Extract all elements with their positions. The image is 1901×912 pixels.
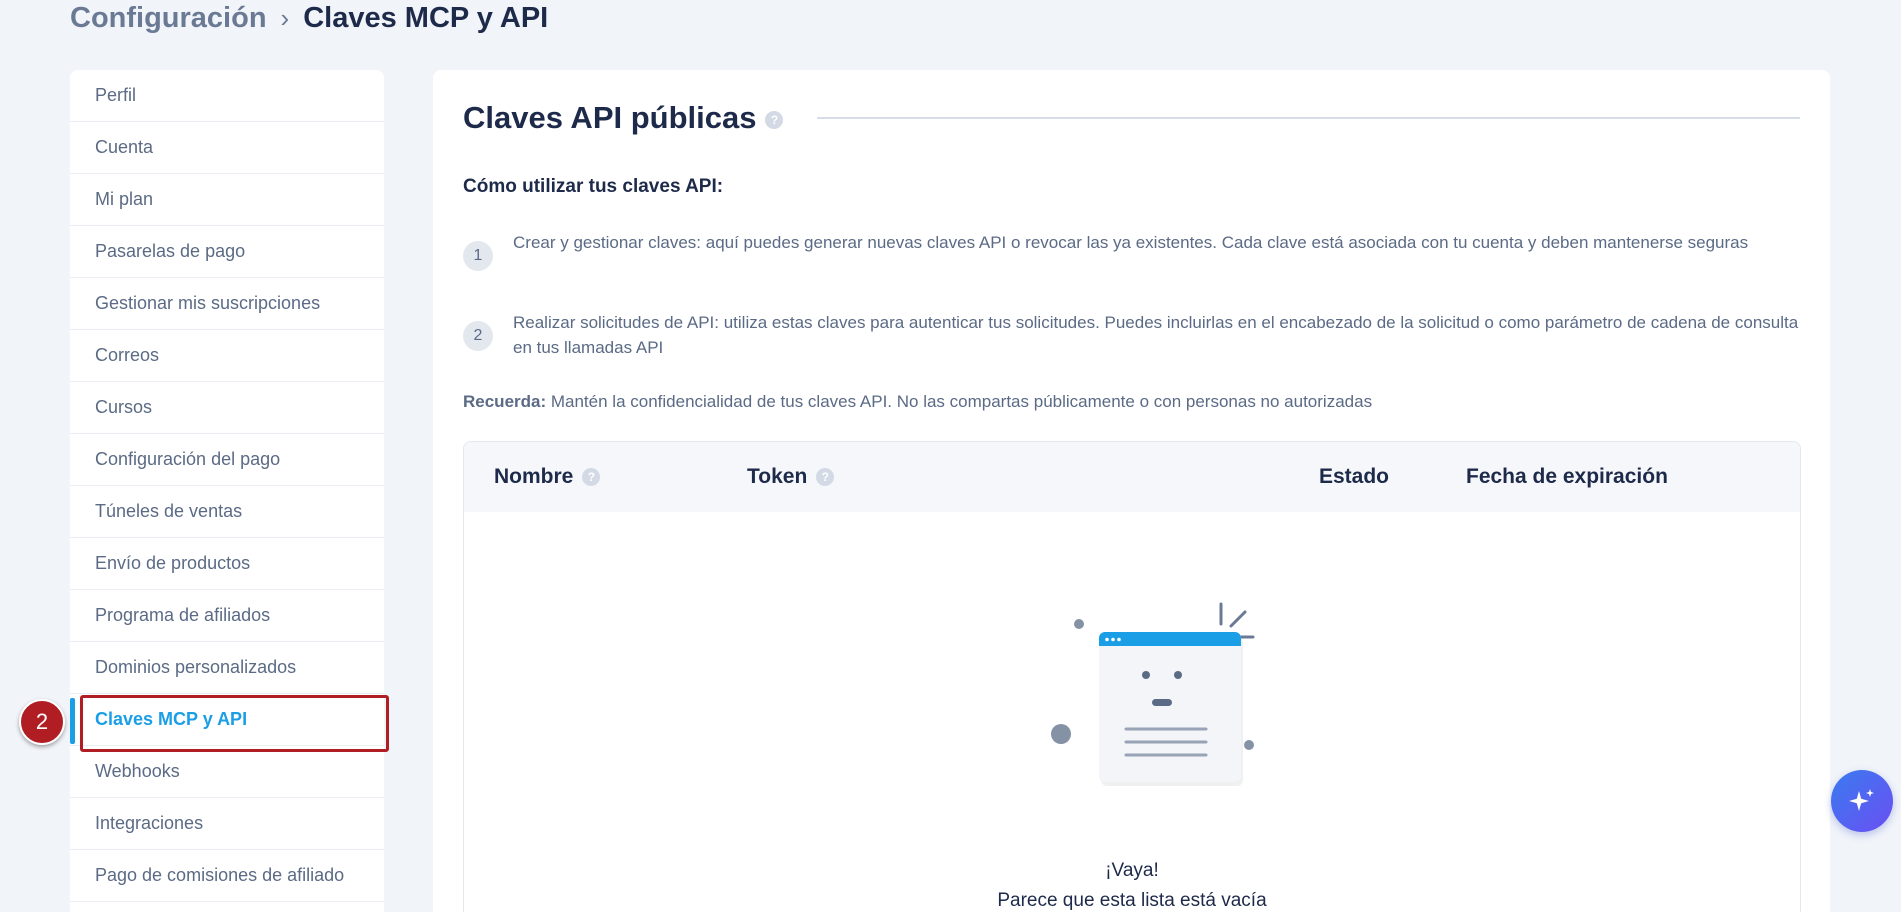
instruction-step: 1 Crear y gestionar claves: aquí puedes …	[463, 230, 1800, 271]
column-label: Token	[747, 465, 808, 488]
breadcrumb-separator: ›	[280, 3, 290, 33]
sidebar-item-label: Envío de productos	[95, 553, 251, 573]
reminder-label: Recuerda:	[463, 392, 547, 411]
sparkles-icon	[1849, 789, 1874, 811]
empty-state: ¡Vaya! Parece que esta lista está vacía	[464, 512, 1800, 912]
active-indicator	[70, 698, 75, 744]
sidebar-item-label: Cuenta	[95, 137, 154, 157]
settings-sidebar: Perfil Cuenta Mi plan Pasarelas de pago …	[70, 70, 384, 912]
column-label: Nombre	[494, 465, 574, 488]
how-to-heading: Cómo utilizar tus claves API:	[463, 176, 724, 197]
step-number: 2	[463, 321, 493, 351]
sidebar-item-claves-mcp-api[interactable]: Claves MCP y API	[70, 694, 384, 746]
page-title: Claves MCP y API	[303, 2, 549, 34]
sidebar-item-label: Cursos	[95, 397, 153, 417]
question-icon[interactable]: ?	[582, 468, 601, 486]
empty-state-title: ¡Vaya!	[1105, 860, 1159, 881]
question-icon[interactable]: ?	[816, 468, 835, 486]
column-header-token: Token ?	[747, 442, 835, 512]
step-number: 1	[463, 241, 493, 271]
column-header-nombre: Nombre ?	[494, 442, 601, 512]
breadcrumb-parent[interactable]: Configuración	[70, 2, 267, 35]
sidebar-item-label: Integraciones	[95, 813, 204, 833]
sidebar-item-label: Programa de afiliados	[95, 605, 271, 625]
table-header: Nombre ? Token ? Estado Fecha de expirac…	[464, 442, 1800, 512]
step-text: Crear y gestionar claves: aquí puedes ge…	[513, 233, 1749, 252]
header-divider	[817, 117, 1800, 119]
question-icon[interactable]: ?	[765, 111, 784, 129]
sidebar-item-envio-de-productos[interactable]: Envío de productos	[70, 538, 384, 590]
empty-state-subtitle: Parece que esta lista está vacía	[997, 890, 1267, 911]
sidebar-item-label: Túneles de ventas	[95, 501, 243, 521]
sidebar-item-label: Dominios personalizados	[95, 657, 297, 677]
sidebar-item-label: Pago de comisiones de afiliado	[95, 865, 345, 885]
column-header-fecha-expiracion: Fecha de expiración	[1466, 442, 1668, 512]
reminder-text: Mantén la confidencialidad de tus claves…	[546, 392, 1373, 411]
column-label: Fecha de expiración	[1466, 465, 1668, 488]
sidebar-item-perfil[interactable]: Perfil	[70, 70, 384, 122]
column-header-estado: Estado	[1319, 442, 1389, 512]
sidebar-item-configuracion-pago[interactable]: Configuración del pago	[70, 434, 384, 486]
api-keys-panel: Claves API públicas ? Cómo utilizar tus …	[433, 70, 1830, 912]
sidebar-item-label: Mi plan	[95, 189, 154, 209]
empty-list-illustration	[1051, 602, 1255, 786]
sidebar-item-gestionar-suscripciones[interactable]: Gestionar mis suscripciones	[70, 278, 384, 330]
api-keys-table: Nombre ? Token ? Estado Fecha de expirac…	[463, 441, 1801, 912]
column-label: Estado	[1319, 465, 1390, 488]
ai-assistant-button[interactable]	[1831, 770, 1893, 832]
section-title: Claves API públicas	[463, 100, 757, 135]
sidebar-item-label: Webhooks	[95, 761, 180, 781]
sidebar-item-label: Pasarelas de pago	[95, 241, 246, 261]
section-header: Claves API públicas ?	[463, 100, 1800, 136]
sidebar-item-integraciones[interactable]: Integraciones	[70, 798, 384, 850]
sidebar-item-mi-plan[interactable]: Mi plan	[70, 174, 384, 226]
tutorial-step-badge: 2	[19, 699, 65, 745]
sidebar-item-label: Claves MCP y API	[95, 709, 248, 729]
sidebar-item-label: Configuración del pago	[95, 449, 281, 469]
sidebar-item-label: Gestionar mis suscripciones	[95, 293, 321, 313]
step-text: Realizar solicitudes de API: utiliza est…	[513, 313, 1799, 357]
sidebar-item-webhooks[interactable]: Webhooks	[70, 746, 384, 798]
sidebar-item-label: Perfil	[95, 85, 137, 105]
reminder-note: Recuerda: Mantén la confidencialidad de …	[463, 392, 1372, 412]
instruction-step: 2 Realizar solicitudes de API: utiliza e…	[463, 310, 1800, 360]
sidebar-item-pasarelas-de-pago[interactable]: Pasarelas de pago	[70, 226, 384, 278]
sidebar-item-label: Correos	[95, 345, 160, 365]
sidebar-item-programa-afiliados[interactable]: Programa de afiliados	[70, 590, 384, 642]
sidebar-item-dominios-personalizados[interactable]: Dominios personalizados	[70, 642, 384, 694]
sidebar-item-cuenta[interactable]: Cuenta	[70, 122, 384, 174]
sidebar-item-correos[interactable]: Correos	[70, 330, 384, 382]
sidebar-item-cursos[interactable]: Cursos	[70, 382, 384, 434]
sidebar-item-tuneles-de-ventas[interactable]: Túneles de ventas	[70, 486, 384, 538]
breadcrumb: Configuración › Claves MCP y API	[70, 2, 548, 35]
sidebar-item-pago-comisiones-afiliado[interactable]: Pago de comisiones de afiliado	[70, 850, 384, 902]
